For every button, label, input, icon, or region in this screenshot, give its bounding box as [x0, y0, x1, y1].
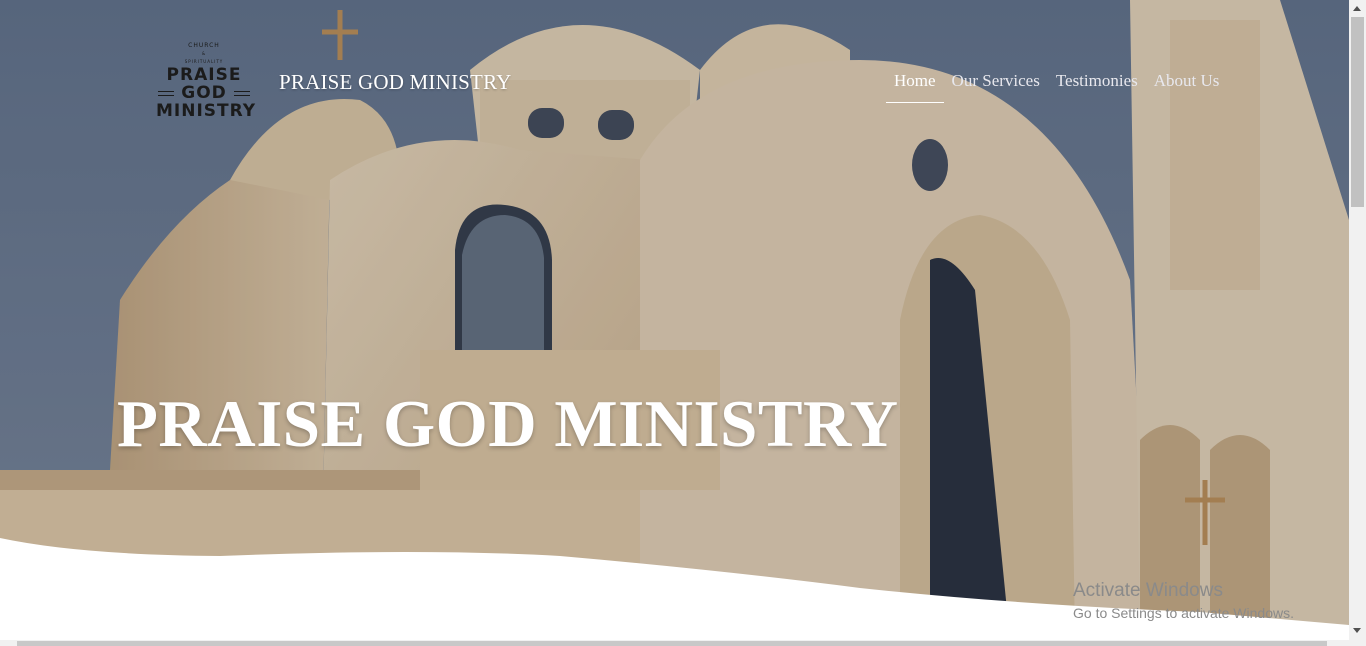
activate-windows-watermark: Activate Windows Go to Settings to activ… [1073, 580, 1294, 624]
horizontal-scrollbar[interactable] [0, 640, 1349, 646]
horizontal-scroll-thumb[interactable] [17, 641, 1327, 646]
brand-title[interactable]: PRAISE GOD MINISTRY [279, 70, 512, 95]
vertical-scrollbar[interactable] [1349, 0, 1366, 646]
logo-line-god: GOD [156, 84, 252, 102]
logo-amp: & [201, 51, 207, 56]
nav-item-about-us[interactable]: About Us [1146, 71, 1228, 103]
watermark-subtitle: Go to Settings to activate Windows. [1073, 605, 1294, 621]
vertical-scroll-thumb[interactable] [1351, 17, 1364, 207]
scroll-up-arrow-icon[interactable] [1353, 6, 1361, 11]
nav-item-our-services[interactable]: Our Services [944, 71, 1048, 103]
nav-item-home[interactable]: Home [886, 71, 944, 103]
scroll-down-arrow-icon[interactable] [1353, 628, 1361, 633]
ministry-logo[interactable]: CHURCH & SPIRITUALITY PRAISE GOD MINISTR… [156, 42, 257, 130]
logo-line-praise: PRAISE [166, 65, 242, 85]
hero-section: CHURCH & SPIRITUALITY PRAISE GOD MINISTR… [0, 0, 1349, 640]
nav-item-testimonies[interactable]: Testimonies [1048, 71, 1146, 103]
logo-line-ministry: MINISTRY [156, 101, 257, 121]
logo-top-text: CHURCH [188, 42, 220, 49]
hero-heading: PRAISE GOD MINISTRY [117, 387, 899, 461]
main-nav: Home Our Services Testimonies About Us [886, 71, 1227, 103]
watermark-title: Activate Windows [1073, 580, 1223, 601]
